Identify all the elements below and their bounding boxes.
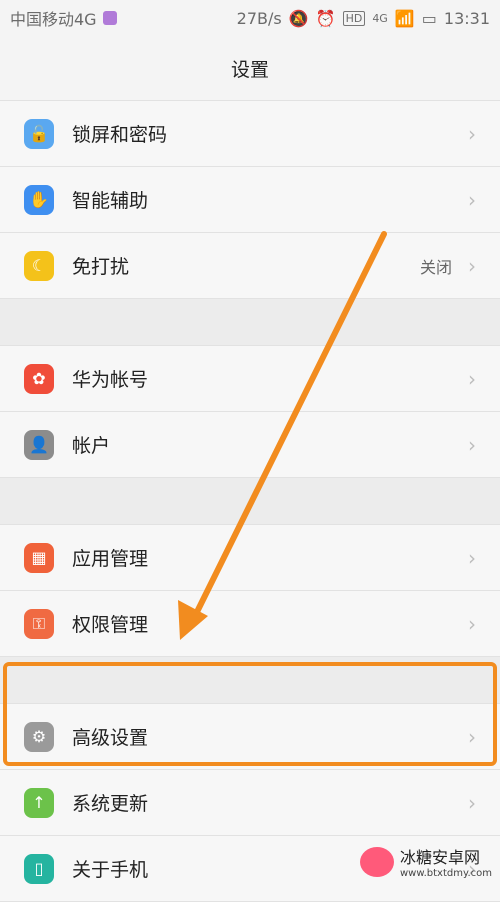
setting-lock-screen[interactable]: 🔓 锁屏和密码 › — [0, 101, 500, 167]
setting-label: 关于手机 — [72, 859, 149, 881]
setting-label: 权限管理 — [72, 614, 149, 636]
signal-icon: 📶 — [394, 8, 415, 28]
chevron-right-icon: › — [468, 253, 476, 278]
network-speed: 27B/s — [236, 8, 282, 28]
setting-label: 帐户 — [72, 435, 111, 457]
moon-icon: ☾ — [24, 250, 54, 281]
setting-label: 系统更新 — [72, 793, 149, 815]
page-title: 设置 — [230, 58, 269, 81]
section-divider — [0, 478, 500, 525]
setting-label: 锁屏和密码 — [72, 124, 168, 146]
user-icon: 👤 — [24, 429, 54, 460]
watermark: 冰糖安卓网 www.btxtdmy.com — [359, 844, 492, 879]
chevron-right-icon: › — [468, 790, 476, 815]
apps-icon: ▦ — [24, 542, 54, 573]
dnd-status: 关闭 — [419, 257, 452, 277]
setting-label: 高级设置 — [72, 727, 149, 749]
section-divider — [0, 657, 500, 704]
gear-icon: ⚙ — [24, 721, 54, 752]
chevron-right-icon: › — [468, 366, 476, 391]
setting-permissions[interactable]: ⚿ 权限管理 › — [0, 591, 500, 657]
lock-icon: 🔓 — [24, 118, 54, 149]
section-divider — [0, 299, 500, 346]
setting-dnd[interactable]: ☾ 免打扰 关闭 › — [0, 233, 500, 299]
watermark-title: 冰糖安卓网 — [399, 848, 480, 867]
chevron-right-icon: › — [468, 611, 476, 636]
huawei-icon: ✿ — [24, 363, 54, 394]
chevron-right-icon: › — [468, 121, 476, 146]
setting-app-manager[interactable]: ▦ 应用管理 › — [0, 525, 500, 591]
status-bar: 中国移动4G 27B/s 🔕 ⏰ HD 4G 📶 ▭ 13:31 — [0, 0, 500, 36]
battery-icon: ▭ — [421, 8, 437, 28]
setting-accounts[interactable]: 👤 帐户 › — [0, 412, 500, 478]
carrier-text: 中国移动4G — [10, 10, 97, 29]
setting-label: 智能辅助 — [72, 190, 149, 212]
setting-system-update[interactable]: ↑ 系统更新 › — [0, 770, 500, 836]
settings-list: 🔓 锁屏和密码 › ✋ 智能辅助 › ☾ 免打扰 关闭 › ✿ 华为帐号 › 👤… — [0, 100, 500, 902]
arrow-up-icon: ↑ — [24, 787, 54, 818]
hd-badge: HD — [342, 10, 366, 26]
setting-label: 免打扰 — [72, 256, 130, 278]
setting-label: 应用管理 — [72, 548, 149, 570]
shield-key-icon: ⚿ — [24, 608, 54, 639]
chevron-right-icon: › — [468, 724, 476, 749]
setting-advanced[interactable]: ⚙ 高级设置 › — [0, 704, 500, 770]
phone-icon: ▯ — [24, 853, 54, 884]
chevron-right-icon: › — [468, 432, 476, 457]
setting-huawei-account[interactable]: ✿ 华为帐号 › — [0, 346, 500, 412]
setting-label: 华为帐号 — [72, 369, 149, 391]
mute-icon: 🔕 — [288, 8, 309, 28]
alarm-icon: ⏰ — [315, 8, 336, 28]
setting-smart-assist[interactable]: ✋ 智能辅助 › — [0, 167, 500, 233]
chevron-right-icon: › — [468, 187, 476, 212]
image-notification-icon — [102, 11, 117, 25]
chevron-right-icon: › — [468, 545, 476, 570]
network-4g: 4G — [372, 11, 388, 25]
hand-icon: ✋ — [24, 184, 54, 215]
watermark-url: www.btxtdmy.com — [399, 868, 492, 879]
clock-time: 13:31 — [443, 8, 490, 28]
watermark-logo-icon — [359, 846, 394, 877]
